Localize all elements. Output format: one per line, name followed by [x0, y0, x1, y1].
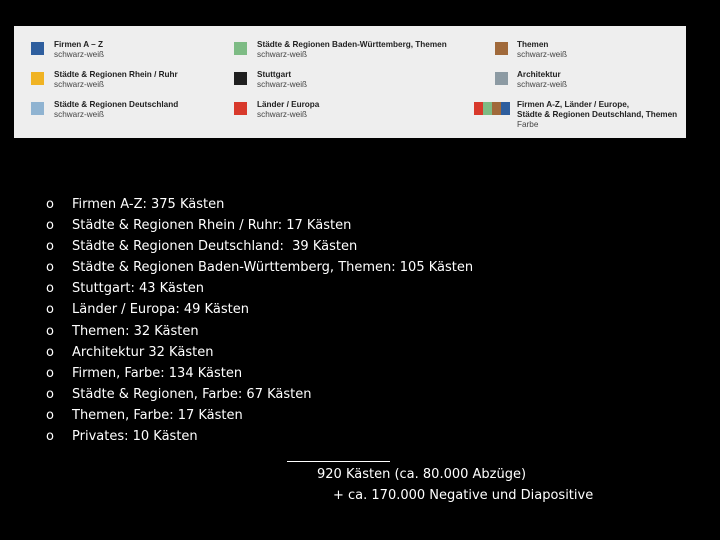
bullet: o	[46, 302, 54, 318]
legend-title: Themen	[517, 40, 549, 49]
list-item-text: Firmen A-Z: 375 Kästen	[72, 197, 225, 212]
color-swatch	[495, 72, 508, 85]
bullet: o	[46, 260, 54, 276]
total-text: 920 Kästen (ca. 80.000 Abzüge)	[317, 467, 527, 482]
list-item-text: Städte & Regionen Baden-Württemberg, The…	[72, 260, 474, 276]
list-item-text: Themen: 32 Kästen	[72, 323, 199, 339]
color-swatch-red	[474, 102, 483, 115]
color-swatch	[234, 72, 247, 85]
bullet: o	[46, 344, 54, 360]
color-swatch-multi	[474, 102, 510, 115]
bullet: o	[46, 407, 54, 423]
color-swatch	[234, 102, 247, 115]
legend-subtitle: schwarz-weiß	[54, 80, 105, 89]
bullet: o	[46, 281, 54, 297]
legend-title: Firmen A-Z, Länder / Europe,	[517, 100, 630, 109]
bullet: o	[46, 323, 54, 339]
legend-subtitle: schwarz-weiß	[517, 80, 568, 89]
legend-title: Stuttgart	[257, 70, 292, 79]
bullet: o	[46, 429, 54, 445]
legend-title: Städte & Regionen Deutschland	[54, 100, 179, 109]
list-item-text: Länder / Europa: 49 Kästen	[72, 302, 249, 318]
legend-title: Firmen A – Z	[54, 40, 103, 49]
color-swatch	[495, 42, 508, 55]
legend-title: Architektur	[517, 70, 561, 79]
bullet: o	[46, 365, 54, 381]
color-swatch	[234, 42, 247, 55]
color-swatch	[31, 72, 44, 85]
list-item-text: Firmen, Farbe: 134 Kästen	[72, 365, 243, 381]
color-swatch-green	[483, 102, 492, 115]
bullet: o	[46, 197, 54, 212]
list-item-text: Privates: 10 Kästen	[72, 429, 198, 445]
legend-subtitle: schwarz-weiß	[517, 50, 568, 59]
legend-subtitle: schwarz-weiß	[54, 110, 105, 119]
legend-subtitle: schwarz-weiß	[257, 110, 308, 119]
legend-title-line2: Städte & Regionen Deutschland, Themen	[517, 110, 678, 119]
legend-subtitle: schwarz-weiß	[54, 50, 105, 59]
legend-subtitle: schwarz-weiß	[257, 50, 308, 59]
legend-panel: Firmen A – Z schwarz-weiß Städte & Regio…	[14, 26, 686, 138]
list-item-text: Städte & Regionen Deutschland: 39 Kästen	[72, 239, 358, 255]
list-item-text: Städte & Regionen Rhein / Ruhr: 17 Käste…	[72, 218, 352, 234]
bullet: o	[46, 218, 54, 234]
color-swatch-brown	[492, 102, 501, 115]
extra-text: + ca. 170.000 Negative und Diapositive	[333, 488, 594, 503]
bullet: o	[46, 239, 54, 255]
list-item-text: Architektur 32 Kästen	[72, 344, 214, 360]
legend-title: Städte & Regionen Rhein / Ruhr	[54, 70, 178, 79]
legend-title: Länder / Europa	[257, 100, 320, 109]
color-swatch	[31, 102, 44, 115]
list-item-text: Themen, Farbe: 17 Kästen	[72, 407, 243, 423]
list-item-text: Stuttgart: 43 Kästen	[72, 281, 204, 297]
color-swatch	[31, 42, 44, 55]
list-item-text: Städte & Regionen, Farbe: 67 Kästen	[72, 386, 312, 402]
legend-subtitle: Farbe	[517, 120, 539, 129]
bullet: o	[46, 386, 54, 402]
legend-title: Städte & Regionen Baden-Württemberg, The…	[257, 40, 447, 49]
color-swatch-blue	[501, 102, 510, 115]
sum-divider	[287, 461, 390, 462]
legend-subtitle: schwarz-weiß	[257, 80, 308, 89]
